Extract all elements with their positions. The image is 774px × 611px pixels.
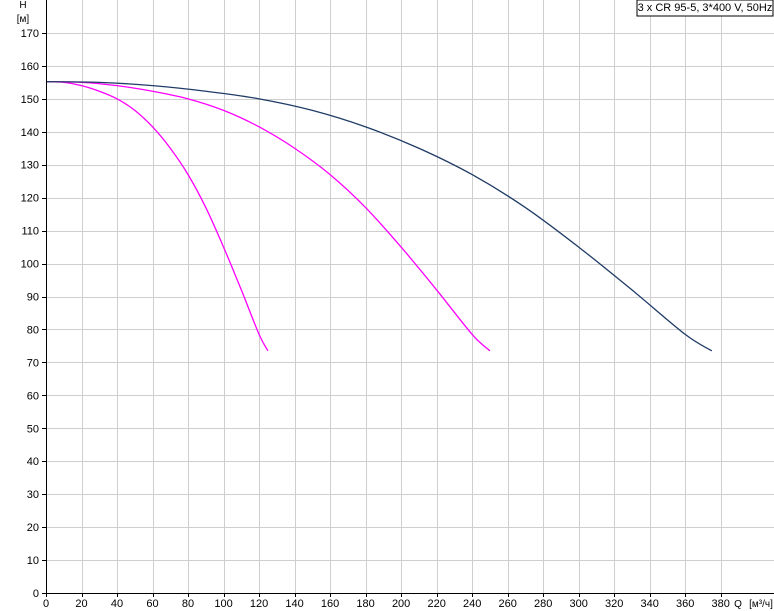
y-tick-label: 100 (21, 259, 39, 271)
x-tick-label: 200 (392, 598, 410, 610)
x-tick-label: 0 (43, 598, 49, 610)
x-tick-label: 140 (285, 598, 303, 610)
x-tick-label: 300 (570, 598, 588, 610)
y-tick-label: 130 (21, 160, 39, 172)
y-tick-label: 70 (27, 357, 39, 369)
x-tick-label: 160 (321, 598, 339, 610)
x-tick-label: 280 (534, 598, 552, 610)
y-tick-label: 120 (21, 193, 39, 205)
x-tick-label: 240 (463, 598, 481, 610)
y-tick-label: 30 (27, 489, 39, 501)
x-tick-label: 80 (182, 598, 194, 610)
x-axis-label: Q (734, 599, 742, 610)
x-tick-label: 360 (676, 598, 694, 610)
x-axis-unit: [м³/ч] (749, 599, 773, 610)
x-tick-label: 60 (146, 598, 158, 610)
y-tick-label: 170 (21, 28, 39, 40)
pump-curve-chart: 0 20 40 60 80 100 120 140 160 180 200 220 240 260 280 3… (0, 0, 774, 611)
x-tick-label: 20 (75, 598, 87, 610)
x-tick-label: 340 (641, 598, 659, 610)
y-axis-label: H (19, 0, 26, 11)
y-tick-label: 140 (21, 127, 39, 139)
x-tick-label: 180 (356, 598, 374, 610)
x-tick-label: 320 (605, 598, 623, 610)
x-tick-label: 220 (427, 598, 445, 610)
legend: 3 x CR 95-5, 3*400 V, 50Hz (636, 0, 774, 17)
y-tick-label: 10 (27, 555, 39, 567)
y-tick-label: 0 (33, 588, 39, 600)
y-tick-label: 160 (21, 61, 39, 73)
x-tick-label: 380 (712, 598, 730, 610)
y-axis-unit: [м] (17, 14, 30, 25)
y-tick-label: 60 (27, 390, 39, 402)
y-tick-label: 90 (27, 292, 39, 304)
y-tick-label: 80 (27, 324, 39, 336)
x-tick-label: 260 (498, 598, 516, 610)
x-tick-label: 100 (214, 598, 232, 610)
y-tick-label: 150 (21, 94, 39, 106)
legend-text: 3 x CR 95-5, 3*400 V, 50Hz (638, 2, 773, 14)
x-tick-label: 120 (250, 598, 268, 610)
y-tick-label: 110 (21, 226, 39, 238)
y-tick-label: 20 (27, 522, 39, 534)
y-tick-label: 40 (27, 456, 39, 468)
x-tick-label: 40 (111, 598, 123, 610)
y-tick-label: 50 (27, 423, 39, 435)
